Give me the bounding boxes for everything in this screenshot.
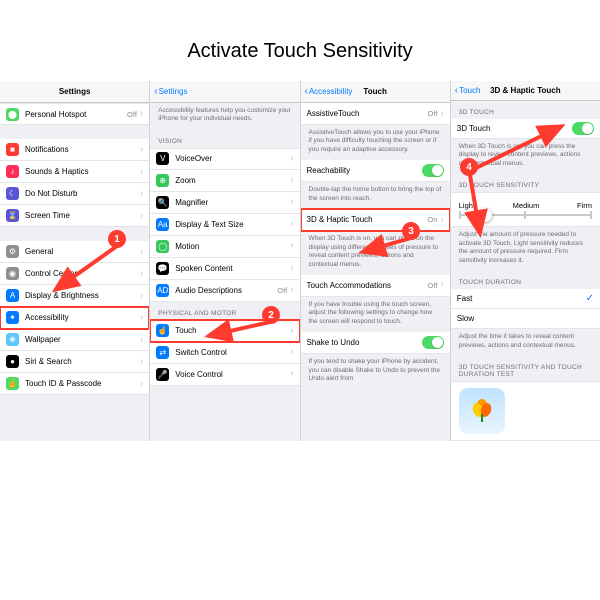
annotation-1: 1	[108, 230, 126, 248]
annotation-3: 3	[402, 222, 420, 240]
annotation-2: 2	[262, 306, 280, 324]
arrow-1	[0, 0, 600, 600]
annotation-4: 4	[460, 158, 478, 176]
